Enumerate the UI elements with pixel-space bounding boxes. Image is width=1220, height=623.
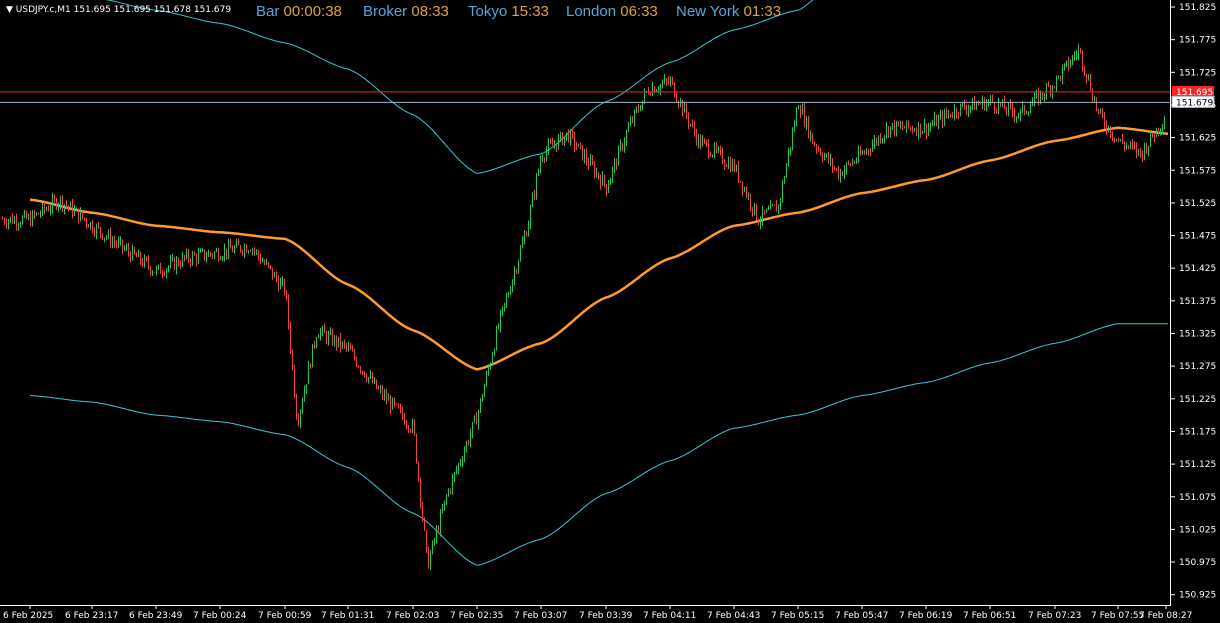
clock-broker-label: Broker [363, 3, 408, 20]
time-tick-label: 7 Feb 00:59 [258, 611, 312, 621]
symbol-label[interactable]: ▼ USDJPY.c,M1 [6, 5, 71, 15]
clock-london-value: 06:33 [620, 3, 658, 20]
clock-newyork: New York 01:33 [676, 3, 781, 20]
time-tick-label: 7 Feb 08:27 [1139, 611, 1192, 621]
price-tick-label: 151.825 [1179, 3, 1216, 13]
price-tick-label: 151.275 [1179, 362, 1216, 372]
clock-newyork-value: 01:33 [743, 3, 782, 20]
clock-tokyo: Tokyo 15:33 [468, 3, 549, 20]
clock-london-label: London [566, 3, 617, 20]
time-tick-label: 7 Feb 01:31 [321, 611, 374, 621]
price-tick-label: 151.225 [1179, 395, 1216, 405]
clock-newyork-label: New York [676, 3, 740, 20]
price-tick-label: 150.925 [1179, 591, 1216, 601]
price-tags: 151.695151.679 [1171, 85, 1215, 108]
time-tick-label: 7 Feb 02:35 [450, 611, 503, 621]
price-tick-label: 151.425 [1179, 264, 1216, 274]
clock-broker: Broker 08:33 [363, 3, 449, 20]
price-tick-label: 151.475 [1179, 232, 1216, 242]
time-tick-label: 7 Feb 06:19 [899, 611, 953, 621]
price-tick-label: 151.525 [1179, 199, 1216, 209]
price-tick-label: 151.775 [1179, 36, 1216, 46]
clock-broker-value: 08:33 [411, 3, 449, 20]
time-tick-label: 7 Feb 05:47 [835, 611, 888, 621]
price-tick-label: 151.175 [1179, 427, 1216, 437]
price-tick-label: 150.975 [1179, 558, 1216, 568]
time-tick-label: 7 Feb 00:24 [193, 611, 247, 621]
time-tick-label: 7 Feb 05:15 [771, 611, 824, 621]
price-tick-label: 151.375 [1179, 297, 1216, 307]
clock-tokyo-value: 15:33 [511, 3, 549, 20]
ohlc-values: 151.695 151.695 151.678 151.679 [73, 5, 232, 15]
time-tick-label: 6 Feb 23:49 [129, 611, 183, 621]
clock-bar-value: 00:00:38 [283, 3, 342, 20]
time-tick-label: 7 Feb 04:43 [707, 611, 760, 621]
price-tick-label: 151.075 [1179, 493, 1216, 503]
time-tick-label: 7 Feb 07:23 [1028, 611, 1081, 621]
time-tick-label: 6 Feb 2025 [3, 611, 53, 621]
time-tick-label: 7 Feb 07:55 [1091, 611, 1144, 621]
price-chart[interactable]: 151.825151.775151.725151.675151.625151.5… [0, 0, 1220, 623]
price-tick-label: 151.575 [1179, 166, 1216, 176]
price-tick-label: 151.725 [1179, 68, 1216, 78]
symbol-info: ▼ USDJPY.c,M1 151.695 151.695 151.678 15… [6, 5, 231, 15]
time-tick-label: 7 Feb 03:07 [514, 611, 567, 621]
bid-price-tag-label: 151.679 [1176, 98, 1213, 108]
time-tick-label: 7 Feb 04:11 [643, 611, 696, 621]
time-tick-label: 6 Feb 23:17 [65, 611, 118, 621]
time-tick-label: 7 Feb 06:51 [963, 611, 1016, 621]
time-tick-label: 7 Feb 02:03 [386, 611, 439, 621]
price-tick-label: 151.325 [1179, 330, 1216, 340]
time-tick-label: 7 Feb 03:39 [579, 611, 633, 621]
price-tick-label: 151.625 [1179, 134, 1216, 144]
price-tick-label: 151.125 [1179, 460, 1216, 470]
clock-bar: Bar 00:00:38 [256, 3, 342, 20]
clock-london: London 06:33 [566, 3, 658, 20]
clock-tokyo-label: Tokyo [468, 3, 508, 20]
clock-bar-label: Bar [256, 3, 280, 20]
price-tick-label: 151.025 [1179, 525, 1216, 535]
